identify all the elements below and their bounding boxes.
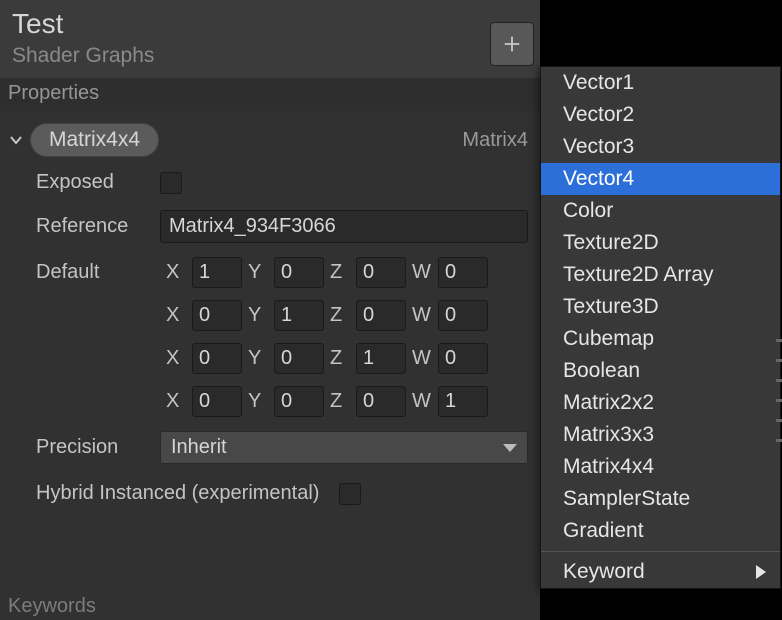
reference-row: Reference [0, 202, 540, 251]
menu-item-texture2d-array[interactable]: Texture2D Array [541, 259, 780, 291]
axis-label-y: Y [248, 390, 268, 413]
properties-section-label: Properties [0, 78, 540, 111]
header: Test Shader Graphs [0, 0, 540, 78]
exposed-checkbox[interactable] [160, 172, 182, 194]
axis-label-y: Y [248, 304, 268, 327]
menu-item-matrix4x4[interactable]: Matrix4x4 [541, 451, 780, 483]
keywords-section-label: Keywords [8, 595, 96, 618]
axis-label-w: W [412, 304, 432, 327]
menu-item-boolean[interactable]: Boolean [541, 355, 780, 387]
add-property-menu[interactable]: Vector1Vector2Vector3Vector4ColorTexture… [540, 66, 781, 589]
hybrid-row: Hybrid Instanced (experimental) [0, 472, 540, 513]
axis-label-x: X [166, 261, 186, 284]
matrix-cell-1-1[interactable] [274, 300, 324, 331]
add-property-button[interactable] [490, 22, 534, 66]
hybrid-checkbox[interactable] [339, 483, 361, 505]
matrix-cell-0-3[interactable] [438, 257, 488, 288]
reference-input[interactable] [160, 210, 528, 243]
menu-item-matrix2x2[interactable]: Matrix2x2 [541, 387, 780, 419]
matrix-cell-2-3[interactable] [438, 343, 488, 374]
matrix-cell-2-2[interactable] [356, 343, 406, 374]
asset-title: Test [12, 8, 528, 40]
property-chip[interactable]: Matrix4x4 [30, 123, 159, 157]
submenu-arrow-icon [756, 565, 766, 579]
precision-row: Precision Inherit [0, 423, 540, 472]
menu-item-texture2d[interactable]: Texture2D [541, 227, 780, 259]
axis-label-z: Z [330, 261, 350, 284]
menu-item-matrix3x3[interactable]: Matrix3x3 [541, 419, 780, 451]
reference-label: Reference [36, 215, 160, 238]
chevron-down-icon [8, 132, 24, 148]
default-matrix: Default X Y Z W X Y Z W X Y Z W X Y Z W [0, 251, 540, 423]
axis-label-w: W [412, 390, 432, 413]
matrix-cell-3-0[interactable] [192, 386, 242, 417]
matrix-row: XYZW [0, 294, 540, 337]
menu-item-texture3d[interactable]: Texture3D [541, 291, 780, 323]
matrix-cell-3-1[interactable] [274, 386, 324, 417]
precision-dropdown[interactable]: Inherit [160, 431, 528, 464]
exposed-label: Exposed [36, 171, 160, 194]
matrix-cell-1-0[interactable] [192, 300, 242, 331]
matrix-cell-3-2[interactable] [356, 386, 406, 417]
property-type-label: Matrix4 [462, 129, 528, 152]
matrix-row: Default X Y Z W [0, 251, 540, 294]
plus-icon [501, 33, 523, 55]
menu-item-vector3[interactable]: Vector3 [541, 131, 780, 163]
exposed-row: Exposed [0, 163, 540, 202]
menu-separator [541, 551, 780, 552]
expand-toggle[interactable] [8, 132, 26, 148]
hybrid-label: Hybrid Instanced (experimental) [36, 482, 319, 505]
matrix-cell-1-2[interactable] [356, 300, 406, 331]
menu-item-keyword[interactable]: Keyword [541, 556, 780, 588]
matrix-cell-3-3[interactable] [438, 386, 488, 417]
axis-label-x: X [166, 304, 186, 327]
axis-label-z: Z [330, 347, 350, 370]
axis-label-w: W [412, 261, 432, 284]
scroll-handle[interactable] [776, 330, 782, 450]
menu-item-vector1[interactable]: Vector1 [541, 67, 780, 99]
menu-item-color[interactable]: Color [541, 195, 780, 227]
matrix-cell-0-1[interactable] [274, 257, 324, 288]
dropdown-arrow-icon [503, 444, 517, 452]
precision-label: Precision [36, 436, 160, 459]
matrix-row: XYZW [0, 337, 540, 380]
axis-label-x: X [166, 390, 186, 413]
menu-item-gradient[interactable]: Gradient [541, 515, 780, 547]
matrix-cell-0-2[interactable] [356, 257, 406, 288]
inspector-panel: Test Shader Graphs Properties Matrix4x4 … [0, 0, 540, 620]
matrix-cell-2-0[interactable] [192, 343, 242, 374]
axis-label-y: Y [248, 261, 268, 284]
precision-value: Inherit [171, 436, 227, 459]
submenu-label: Keyword [563, 560, 645, 584]
default-label: Default [36, 261, 160, 284]
matrix-row: XYZW [0, 380, 540, 423]
menu-item-cubemap[interactable]: Cubemap [541, 323, 780, 355]
menu-item-vector2[interactable]: Vector2 [541, 99, 780, 131]
asset-type-label: Shader Graphs [12, 44, 528, 68]
axis-label-y: Y [248, 347, 268, 370]
menu-item-samplerstate[interactable]: SamplerState [541, 483, 780, 515]
matrix-cell-2-1[interactable] [274, 343, 324, 374]
axis-label-w: W [412, 347, 432, 370]
property-row[interactable]: Matrix4x4 Matrix4 [0, 111, 540, 163]
axis-label-z: Z [330, 390, 350, 413]
menu-item-vector4[interactable]: Vector4 [541, 163, 780, 195]
matrix-cell-0-0[interactable] [192, 257, 242, 288]
axis-label-z: Z [330, 304, 350, 327]
matrix-cell-1-3[interactable] [438, 300, 488, 331]
axis-label-x: X [166, 347, 186, 370]
